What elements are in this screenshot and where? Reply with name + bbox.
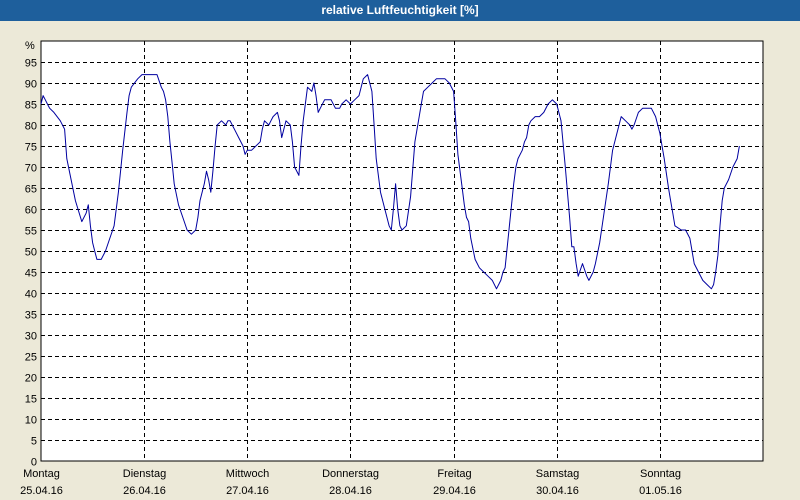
y-tick-label: 30: [25, 331, 37, 343]
x-tick-date: 27.04.16: [226, 485, 269, 497]
y-tick-label: 20: [25, 373, 37, 385]
y-tick-label: 85: [25, 100, 37, 112]
x-tick-weekday: Freitag: [437, 468, 471, 480]
x-tick-weekday: Mittwoch: [226, 468, 269, 480]
x-tick-date: 26.04.16: [123, 485, 166, 497]
y-tick-label: 80: [25, 121, 37, 133]
y-tick-label: 35: [25, 310, 37, 322]
x-tick-date: 28.04.16: [329, 485, 372, 497]
y-tick-label: 45: [25, 268, 37, 280]
y-tick-label: 5: [31, 436, 37, 448]
x-tick-weekday: Montag: [23, 468, 60, 480]
y-axis-ticks: 0 5 10 15 20 25 30 35 40 45 50 55 60 65 70 75 80 85 90 95: [25, 58, 37, 469]
y-tick-label: 70: [25, 163, 37, 175]
humidity-chart: 0 5 10 15 20 25 30 35 40 45 50 55 60 65 70 75 80 85 90 95 M…: [20, 40, 764, 497]
y-tick-label: 0: [31, 457, 37, 469]
y-tick-label: 95: [25, 58, 37, 70]
chart-window: relative Luftfeuchtigkeit [%] 0 5 10 15 20 25…: [0, 0, 800, 500]
y-tick-label: 65: [25, 184, 37, 196]
y-tick-label: 90: [25, 79, 37, 91]
x-tick-date: 25.04.16: [20, 485, 63, 497]
y-tick-label: 55: [25, 226, 37, 238]
x-tick-weekday: Donnerstag: [322, 468, 379, 480]
x-tick-weekday: Dienstag: [123, 468, 166, 480]
x-tick-date: 01.05.16: [639, 485, 682, 497]
x-tick-weekday: Samstag: [536, 468, 579, 480]
x-tick-date: 29.04.16: [433, 485, 476, 497]
y-axis-label: %: [25, 40, 35, 52]
y-tick-label: 10: [25, 415, 37, 427]
x-axis-ticks: Montag 25.04.16 Dienstag 26.04.16 Mittwoch 27…: [20, 468, 682, 497]
y-tick-label: 25: [25, 352, 37, 364]
y-tick-label: 50: [25, 247, 37, 259]
x-tick-date: 30.04.16: [536, 485, 579, 497]
x-tick-weekday: Sonntag: [640, 468, 681, 480]
y-tick-label: 15: [25, 394, 37, 406]
y-tick-label: 60: [25, 205, 37, 217]
y-tick-label: 75: [25, 142, 37, 154]
chart-title: relative Luftfeuchtigkeit [%]: [0, 0, 800, 21]
y-tick-label: 40: [25, 289, 37, 301]
